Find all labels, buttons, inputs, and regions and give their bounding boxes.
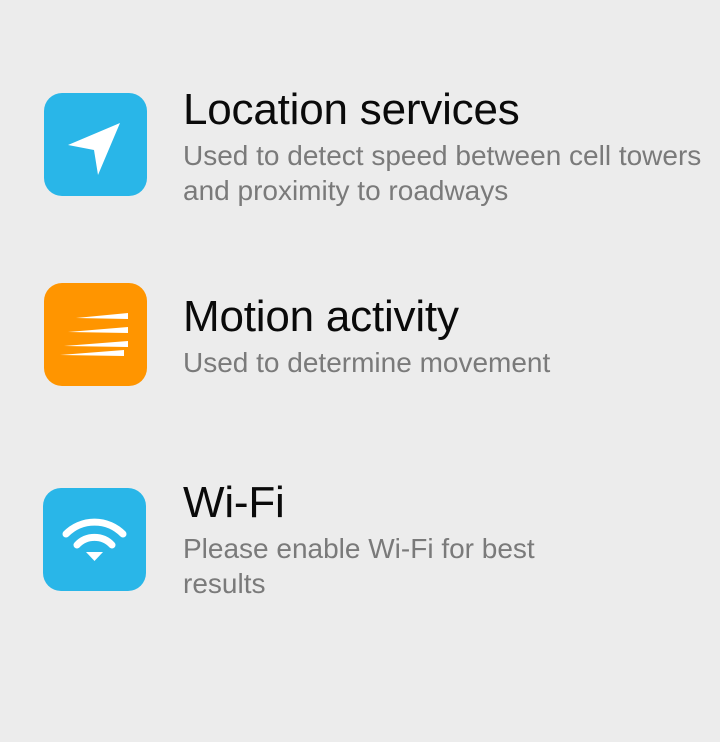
permission-title: Wi-Fi: [183, 478, 285, 527]
permission-description: Used to detect speed between cell towers…: [183, 140, 702, 206]
location-arrow-icon: [44, 93, 147, 196]
permission-title: Location services: [183, 85, 520, 134]
motion-lines-icon: [44, 283, 147, 386]
wifi-icon: [43, 488, 146, 591]
permission-description: Used to determine movement: [183, 347, 551, 378]
permission-title: Motion activity: [183, 292, 459, 341]
permission-description: Please enable Wi-Fi for best results: [183, 533, 535, 599]
